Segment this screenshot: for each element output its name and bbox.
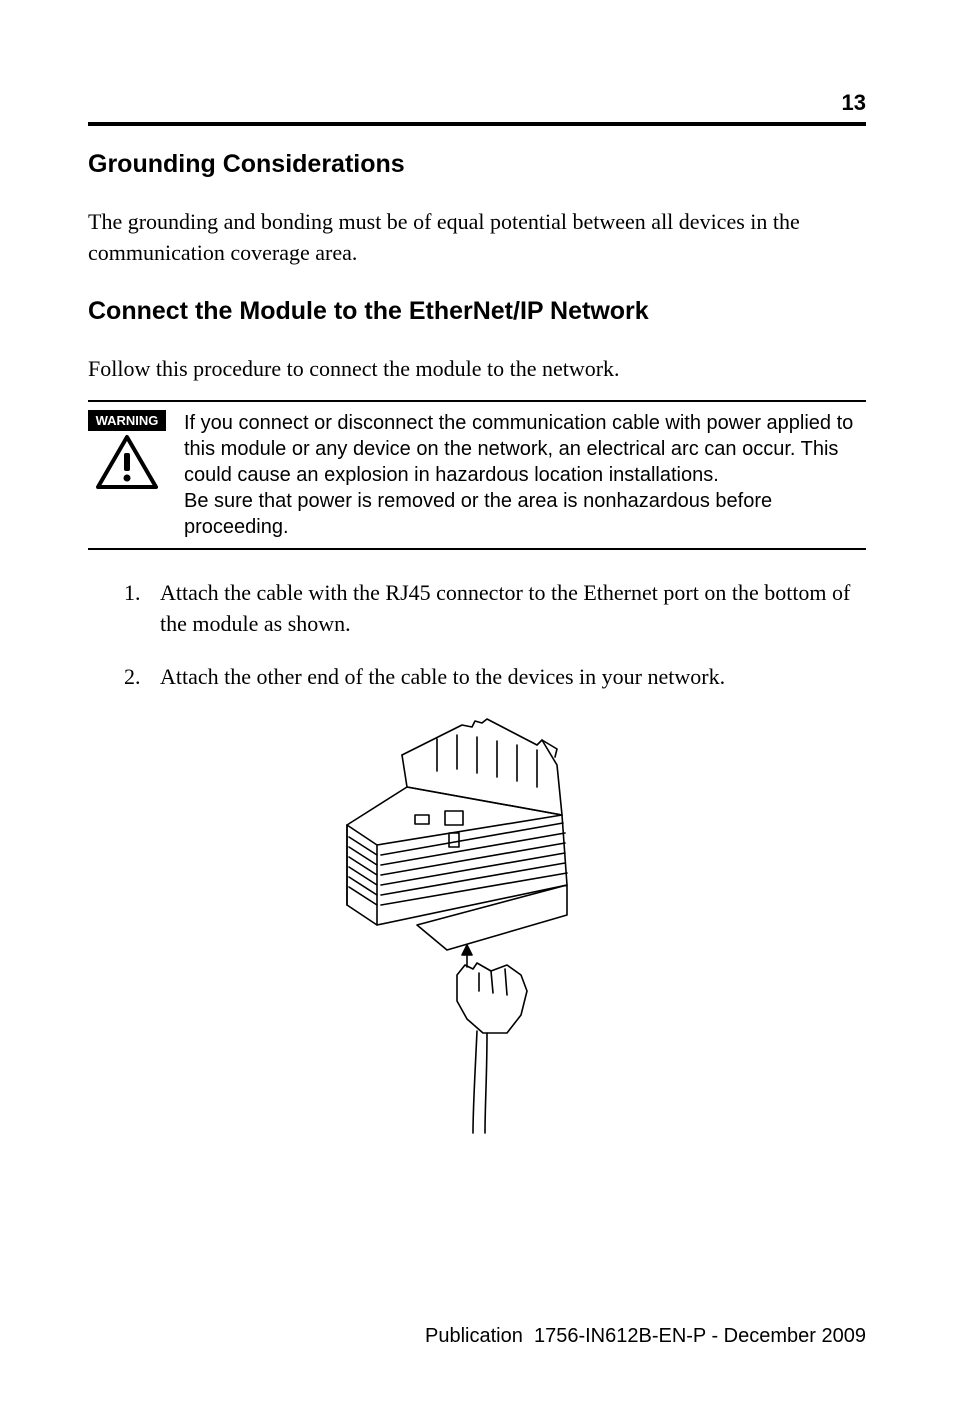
module-diagram xyxy=(88,715,866,1140)
step-1: Attach the cable with the RJ45 connector… xyxy=(124,578,866,640)
heading-grounding: Grounding Considerations xyxy=(88,150,866,179)
footer-publication: Publication 1756-IN612B-EN-P - December … xyxy=(425,1325,866,1348)
paragraph-grounding: The grounding and bonding must be of equ… xyxy=(88,207,866,269)
step-2: Attach the other end of the cable to the… xyxy=(124,662,866,693)
paragraph-connect: Follow this procedure to connect the mod… xyxy=(88,354,866,385)
warning-triangle-icon xyxy=(96,435,158,489)
footer-code: 1756-IN612B-EN-P - December 2009 xyxy=(534,1325,866,1347)
procedure-list: Attach the cable with the RJ45 connector… xyxy=(88,578,866,692)
warning-text: If you connect or disconnect the communi… xyxy=(184,410,866,540)
warning-callout: WARNING If you connect or disconnect the… xyxy=(88,400,866,550)
warning-text-body: If you connect or disconnect the communi… xyxy=(184,412,853,486)
warning-text-caution: Be sure that power is removed or the are… xyxy=(184,490,772,538)
footer-prefix: Publication xyxy=(425,1325,523,1347)
warning-left-col: WARNING xyxy=(88,410,166,540)
page-number: 13 xyxy=(88,90,866,116)
top-rule xyxy=(88,122,866,126)
heading-connect: Connect the Module to the EtherNet/IP Ne… xyxy=(88,297,866,326)
warning-label: WARNING xyxy=(88,410,166,431)
